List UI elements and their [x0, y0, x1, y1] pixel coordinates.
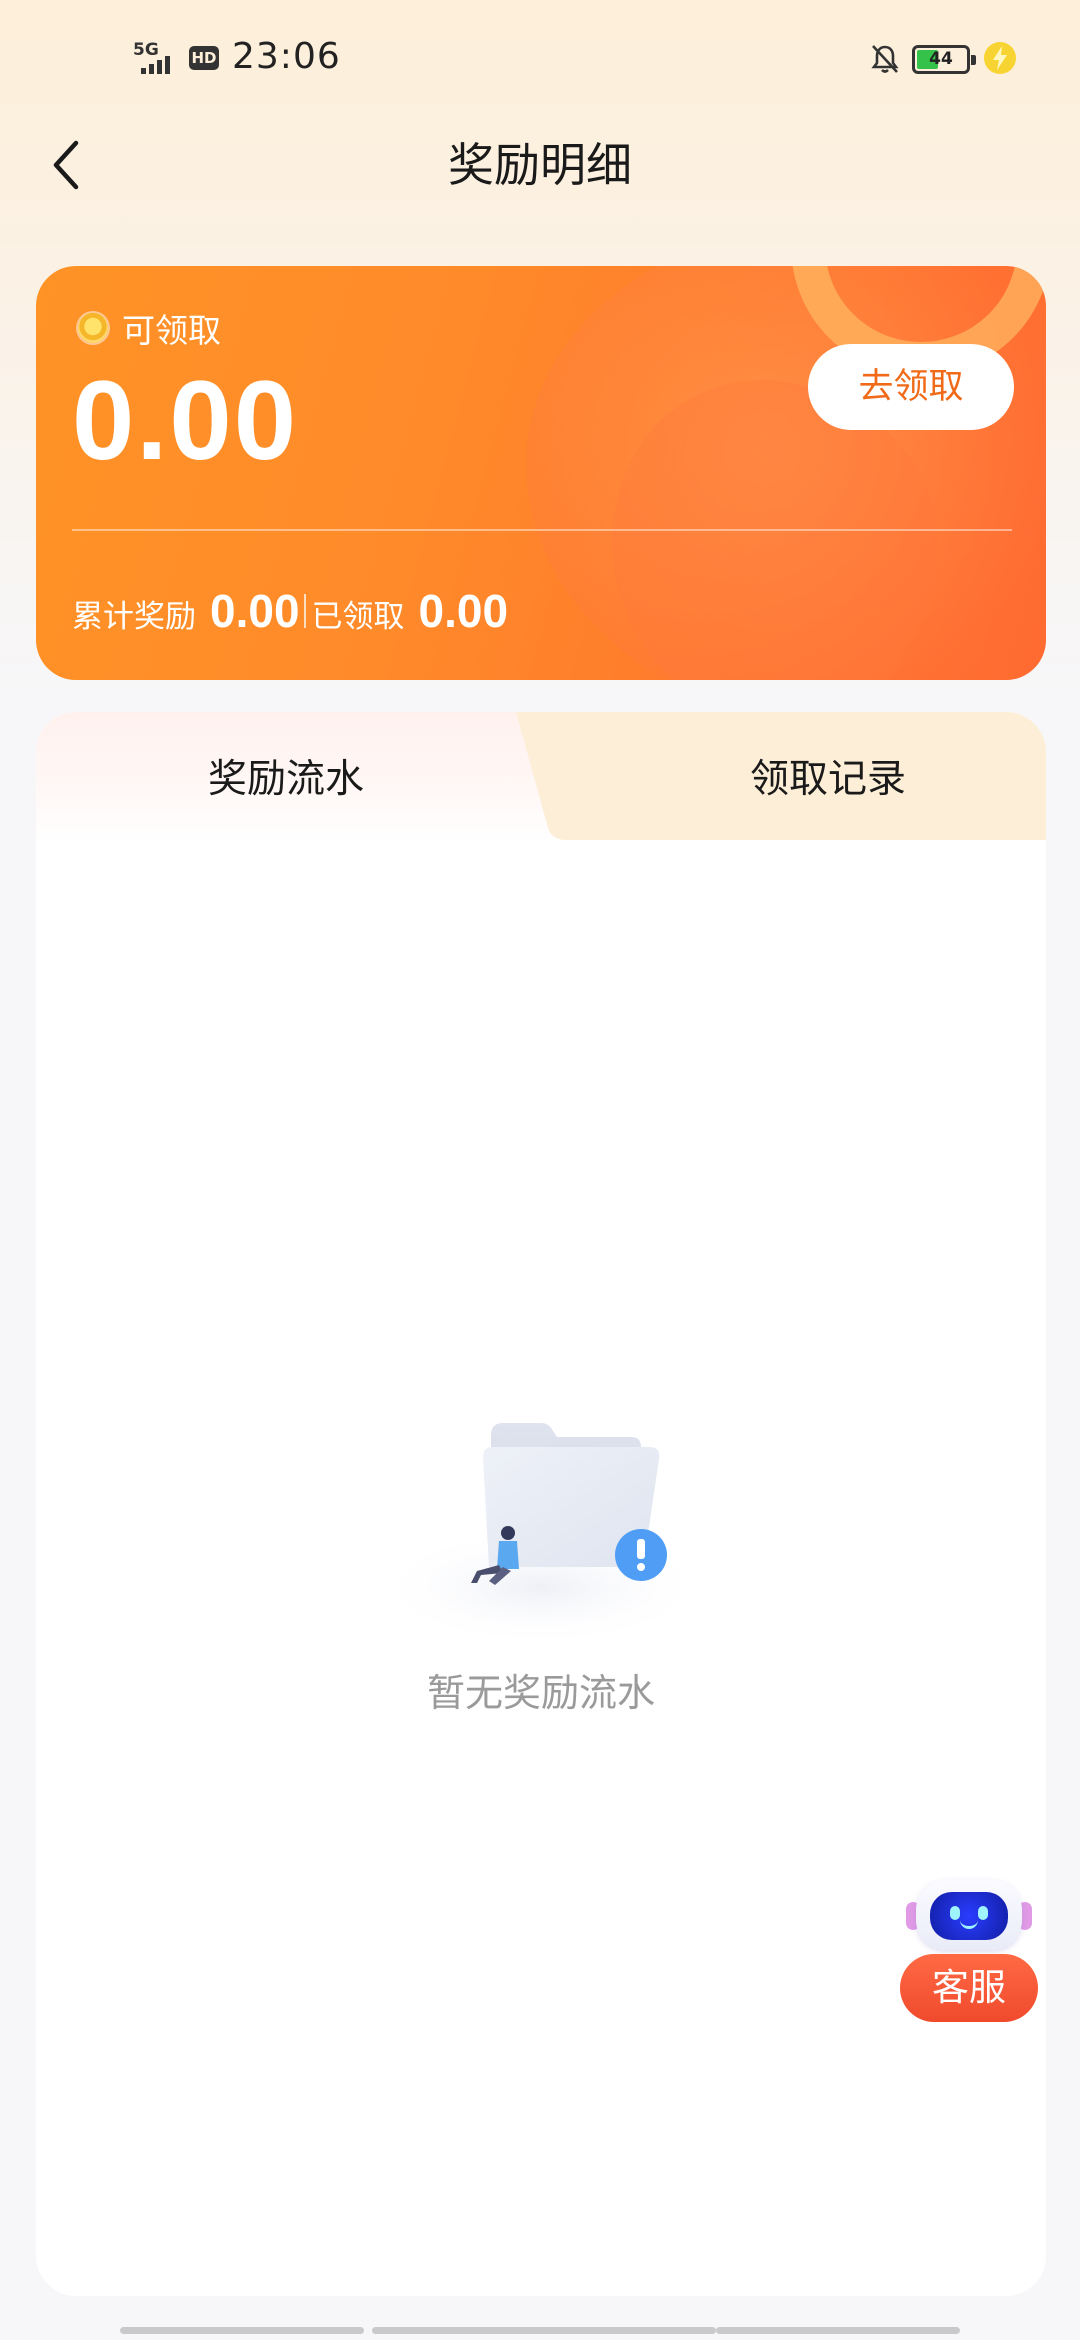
status-time: 23:06: [232, 36, 341, 77]
card-divider: [72, 529, 1012, 531]
robot-icon: [916, 1880, 1022, 1950]
home-indicator-segment-3: [716, 2327, 960, 2334]
coin-icon: [78, 313, 108, 343]
hd-badge: HD: [189, 46, 219, 70]
claimable-label: 可领取: [122, 311, 221, 350]
stat-separator: [303, 594, 306, 628]
tab-reward-flow[interactable]: 奖励流水: [36, 712, 536, 840]
total-reward-label: 累计奖励: [72, 599, 196, 635]
claimed-label: 已领取: [311, 599, 405, 635]
reward-stats: 累计奖励 0.00 已领取 0.00: [72, 584, 508, 638]
claimable-amount: 0.00: [72, 358, 298, 483]
battery-icon: 44: [912, 45, 976, 74]
reward-card: 可领取 0.00 去领取 累计奖励 0.00 已领取 0.00: [36, 266, 1046, 680]
signal-icon: 5G: [133, 40, 185, 74]
claimable-header: 可领取: [78, 304, 221, 352]
battery-level: 44: [929, 49, 953, 69]
empty-folder-illustration: [371, 1423, 711, 1647]
customer-service-button[interactable]: 客服: [898, 1880, 1040, 2024]
charging-icon: [984, 42, 1016, 74]
status-bar: 5G HD 23:06 44: [0, 0, 1080, 120]
home-indicator-segment-2: [372, 2327, 716, 2334]
robot-face: [930, 1892, 1008, 1940]
customer-service-label: 客服: [900, 1954, 1038, 2022]
empty-state-text: 暂无奖励流水: [426, 1671, 655, 1715]
bell-muted-icon: [871, 45, 899, 73]
reward-list-panel: 奖励流水 领取记录 暂无奖励流水: [36, 712, 1046, 2296]
tab-claim-records[interactable]: 领取记录: [516, 712, 1046, 840]
claimed-value: 0.00: [418, 585, 509, 637]
total-reward-value: 0.00: [210, 585, 300, 637]
page-title: 奖励明细: [448, 138, 632, 192]
claim-button[interactable]: 去领取: [808, 344, 1014, 430]
home-indicator-segment-1: [120, 2327, 364, 2334]
tab-claim-records-label: 领取记录: [750, 757, 907, 802]
tab-reward-flow-label: 奖励流水: [208, 757, 365, 802]
